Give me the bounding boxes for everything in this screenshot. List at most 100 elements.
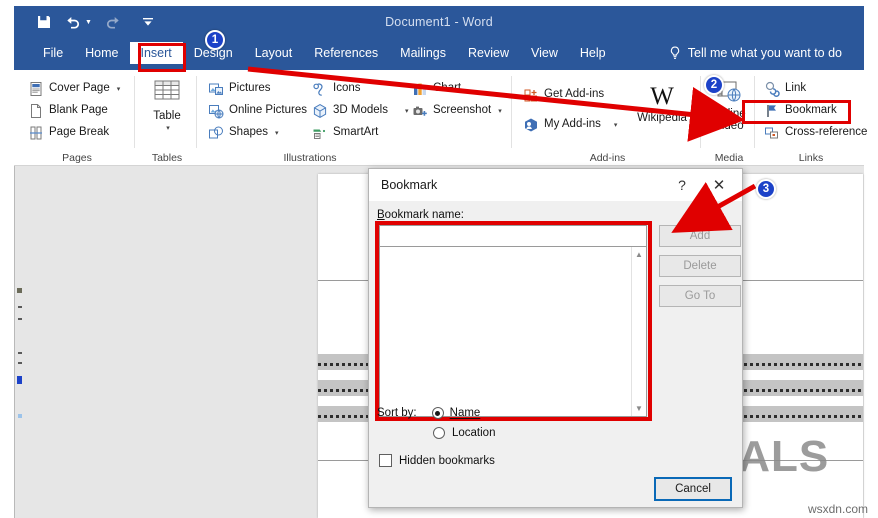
delete-button[interactable]: Delete [659,255,741,277]
margin-marker [18,414,22,418]
radio-location[interactable] [433,427,445,439]
bookmark-list[interactable]: ▲ ▼ [379,247,647,417]
badge-1: 1 [205,30,225,50]
wikipedia-button[interactable]: W Wikipedia [627,84,697,125]
shapes-button[interactable]: Shapes ▾ [208,122,279,144]
chart-icon [414,83,426,95]
bookmark-name-input[interactable] [379,225,647,247]
icons-button[interactable]: Icons [312,78,361,100]
help-icon[interactable]: ? [672,175,692,195]
blank-page-label: Blank Page [49,104,108,117]
ribbon: Cover Page ▾ Blank Page Page Break Pages [14,70,867,166]
screenshot-icon [413,106,427,116]
table-icon [154,80,180,100]
go-to-button[interactable]: Go To [659,285,741,307]
chevron-down-icon[interactable]: ▾ [117,85,121,93]
wikipedia-label: Wikipedia [637,112,687,124]
screenshot-button[interactable]: Screenshot ▾ [412,100,502,122]
credit-text: wsxdn.com [807,502,868,516]
sort-option-location[interactable]: Location [433,427,495,439]
page-break-icon [30,126,42,140]
bookmark-list-scrollbar[interactable]: ▲ ▼ [631,247,646,416]
group-separator [196,76,197,148]
online-video-label: Online Video [712,108,746,132]
margin-marker [18,306,22,308]
lightbulb-icon [669,46,681,60]
page-break-button[interactable]: Page Break [28,122,109,144]
badge-3: 3 [756,179,776,199]
badge-2: 2 [704,75,724,95]
smartart-button[interactable]: SmartArt [312,122,378,144]
word-window: ▼ Document1 - Word File Home Insert Desi… [0,0,878,518]
tab-home[interactable]: Home [74,42,129,64]
table-button[interactable]: Table ▾ [138,78,196,132]
dialog-title: Bookmark [381,178,438,192]
my-add-ins-button[interactable]: My Add-ins ▾ [523,114,617,136]
3d-models-label: 3D Models [333,104,388,117]
3d-models-button[interactable]: 3D Models ▾ [312,100,408,122]
link-icon [765,81,780,97]
sort-by-row: Sort by: Name [377,407,480,419]
group-label-media: Media [714,152,744,164]
tab-help[interactable]: Help [569,42,617,64]
add-button[interactable]: Add [659,225,741,247]
tab-view[interactable]: View [520,42,569,64]
group-separator [134,76,135,148]
margin-marker [18,318,22,320]
ribbon-group-illustrations: Pictures Online Pictures Shapes ▾ Icons … [200,70,510,166]
bookmark-dialog[interactable]: Bookmark ? ✕ Bookmark name: ▲ ▼ Add Dele… [368,168,743,508]
sort-option-name[interactable]: Name [431,407,481,419]
chevron-down-icon[interactable]: ▾ [166,124,170,132]
cover-page-label: Cover Page [49,82,110,95]
tab-mailings[interactable]: Mailings [389,42,457,64]
hidden-bookmarks-row[interactable]: Hidden bookmarks [379,454,495,467]
bookmark-icon [767,105,776,117]
ribbon-group-tables: Table ▾ Tables [138,70,196,166]
group-label-tables: Tables [151,152,183,164]
cross-reference-button[interactable]: Cross-reference [764,122,867,144]
tab-review[interactable]: Review [457,42,520,64]
tab-layout[interactable]: Layout [244,42,304,64]
title-bar: ▼ Document1 - Word [14,6,864,36]
hidden-bookmarks-checkbox[interactable] [379,454,392,467]
tab-insert[interactable]: Insert [129,42,183,64]
ribbon-group-links: Link Bookmark Cross-reference Links [758,70,867,166]
blank-page-button[interactable]: Blank Page [28,100,108,122]
scroll-up-arrow-icon[interactable]: ▲ [632,247,646,262]
document-title: Document1 - Word [385,15,493,29]
3d-models-icon [313,104,327,118]
group-separator [700,76,701,148]
online-pictures-button[interactable]: Online Pictures [208,100,307,122]
group-label-links: Links [798,152,824,164]
scroll-down-arrow-icon[interactable]: ▼ [632,401,646,416]
chevron-down-icon[interactable]: ▾ [405,107,409,115]
close-icon[interactable]: ✕ [708,175,730,195]
smartart-icon [313,129,326,139]
bookmark-name-label: Bookmark name: [377,209,464,221]
group-separator [511,76,512,148]
get-add-ins-icon [524,89,537,102]
chevron-down-icon[interactable]: ▾ [498,107,502,115]
hidden-bookmarks-label: Hidden bookmarks [399,454,495,467]
chart-button[interactable]: Chart [412,78,461,100]
get-add-ins-button[interactable]: Get Add-ins [523,84,604,106]
tab-file[interactable]: File [32,42,74,64]
margin-marker [18,352,22,354]
online-pictures-label: Online Pictures [229,104,307,117]
cover-page-button[interactable]: Cover Page ▾ [28,78,120,100]
chevron-down-icon[interactable]: ▾ [275,129,279,137]
radio-name[interactable] [431,407,444,419]
bookmark-label: Bookmark [785,104,837,117]
bookmark-button[interactable]: Bookmark [764,100,837,122]
group-separator [754,76,755,148]
pictures-button[interactable]: Pictures [208,78,271,100]
tab-references[interactable]: References [303,42,389,64]
group-label-illustrations: Illustrations [283,152,337,164]
chevron-down-icon[interactable]: ▾ [614,121,618,129]
cancel-button[interactable]: Cancel [654,477,732,501]
tell-me-box[interactable]: Tell me what you want to do [669,36,842,70]
sort-option-name-label: Name [449,407,481,419]
link-button[interactable]: Link [764,78,806,100]
page-break-label: Page Break [49,126,110,139]
bookmark-name-label-rest: ookmark name: [384,209,464,221]
